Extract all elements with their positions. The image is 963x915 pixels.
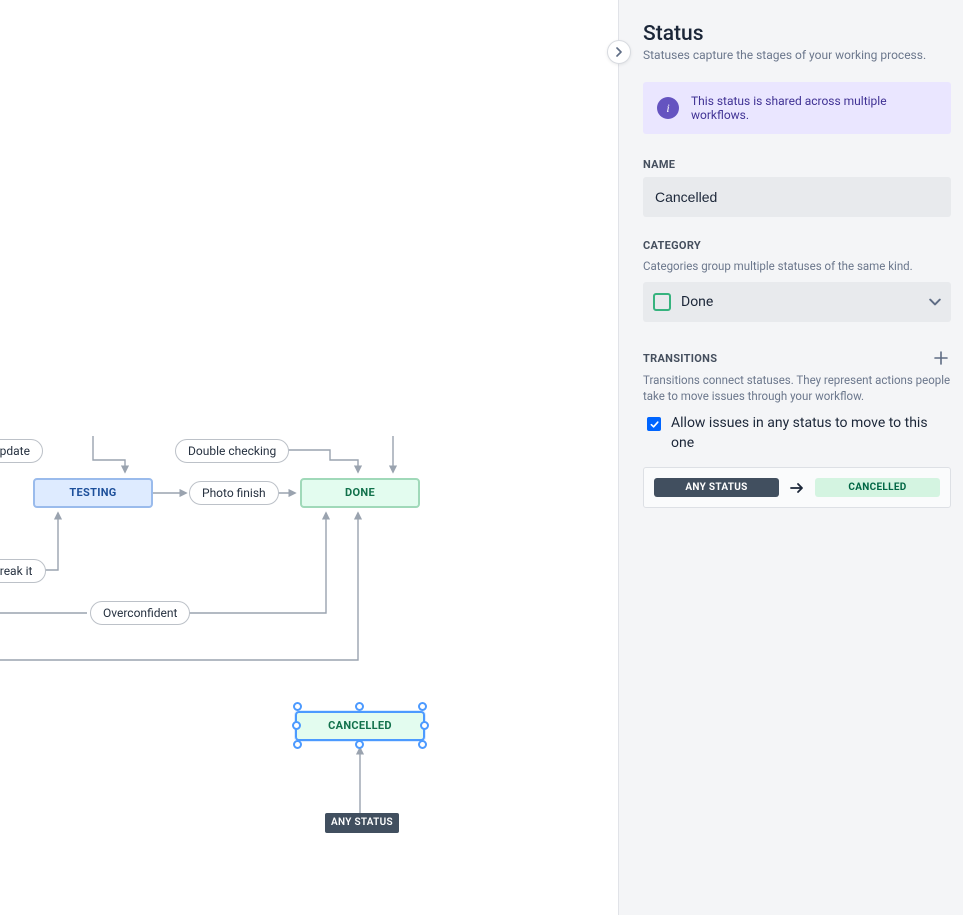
arrow-right-icon xyxy=(789,480,805,496)
chevron-down-icon xyxy=(929,293,941,312)
resize-handle[interactable] xyxy=(418,702,427,711)
resize-handle[interactable] xyxy=(293,740,302,749)
resize-handle[interactable] xyxy=(293,702,302,711)
panel-subtitle: Statuses capture the stages of your work… xyxy=(643,48,951,62)
category-swatch-done xyxy=(653,293,671,311)
transitions-help: Transitions connect statuses. They repre… xyxy=(643,372,951,404)
add-transition-button[interactable] xyxy=(931,348,951,368)
category-label: Category xyxy=(643,239,951,252)
shared-status-banner: i This status is shared across multiple … xyxy=(643,82,951,134)
transition-label-photo-finish[interactable]: Photo finish xyxy=(189,481,279,505)
allow-any-label: Allow issues in any status to move to th… xyxy=(671,414,951,453)
workflow-edges xyxy=(0,0,618,915)
info-icon: i xyxy=(657,97,679,119)
resize-handle[interactable] xyxy=(420,721,429,730)
transitions-label: Transitions xyxy=(643,352,717,365)
status-node-any[interactable]: ANY STATUS xyxy=(325,813,399,833)
transition-label-update[interactable]: update xyxy=(0,439,43,463)
transition-label-break-it[interactable]: break it xyxy=(0,559,46,583)
status-node-done[interactable]: Done xyxy=(300,478,420,508)
status-node-cancelled[interactable]: Cancelled xyxy=(295,711,425,741)
category-value: Done xyxy=(681,294,929,310)
resize-handle[interactable] xyxy=(292,721,301,730)
category-help: Categories group multiple statuses of th… xyxy=(643,258,951,274)
transition-from-lozenge: Any Status xyxy=(654,478,779,497)
chevron-right-icon xyxy=(614,47,624,57)
allow-any-checkbox[interactable] xyxy=(647,417,661,431)
name-label: Name xyxy=(643,158,951,171)
panel-title: Status xyxy=(643,22,951,46)
status-node-testing[interactable]: Testing xyxy=(33,478,153,508)
category-select[interactable]: Done xyxy=(643,282,951,322)
transition-label-double-checking[interactable]: Double checking xyxy=(175,439,289,463)
transition-entry[interactable]: Any Status Cancelled xyxy=(643,467,951,508)
transition-label-overconfident[interactable]: Overconfident xyxy=(90,601,190,625)
allow-any-checkbox-row[interactable]: Allow issues in any status to move to th… xyxy=(647,414,951,453)
resize-handle[interactable] xyxy=(418,740,427,749)
transition-to-lozenge: Cancelled xyxy=(815,478,940,497)
status-panel: Status Statuses capture the stages of yo… xyxy=(618,0,963,915)
check-icon xyxy=(650,420,659,429)
resize-handle[interactable] xyxy=(355,740,364,749)
plus-icon xyxy=(934,351,948,365)
banner-message: This status is shared across multiple wo… xyxy=(691,94,937,122)
name-input[interactable] xyxy=(643,177,951,217)
resize-handle[interactable] xyxy=(355,702,364,711)
workflow-canvas[interactable]: update Double checking Photo finish brea… xyxy=(0,0,618,915)
collapse-panel-button[interactable] xyxy=(607,40,631,64)
